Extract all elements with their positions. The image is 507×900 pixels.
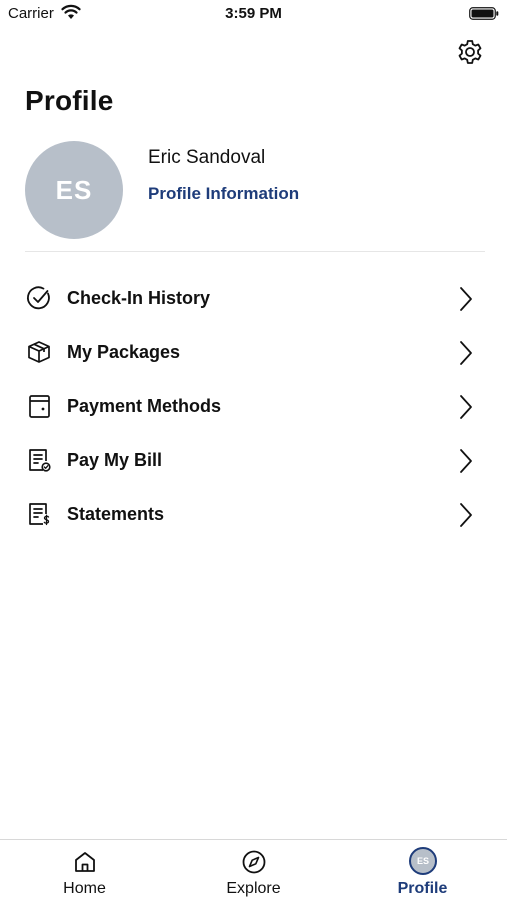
menu-item-statements[interactable]: Statements	[0, 488, 507, 542]
menu-item-pay-my-bill[interactable]: Pay My Bill	[0, 434, 507, 488]
menu-item-label: Statements	[67, 504, 165, 524]
tab-label: Explore	[226, 880, 281, 897]
menu-item-payment-methods[interactable]: Payment Methods	[0, 380, 507, 434]
tab-label: Profile	[397, 880, 448, 897]
menu-item-check-in-history[interactable]: Check-In History	[0, 272, 507, 326]
chevron-right-icon	[460, 341, 472, 365]
check-circle-icon	[27, 286, 50, 310]
tab-label: Home	[63, 880, 106, 897]
profile-information-link[interactable]: Profile Information	[148, 184, 299, 204]
compass-icon	[242, 850, 266, 874]
chevron-right-icon	[460, 287, 472, 311]
statement-dollar-icon	[29, 503, 50, 526]
user-name: Eric Sandoval	[148, 147, 266, 168]
bill-check-icon	[29, 449, 51, 472]
page-title: Profile	[25, 85, 114, 116]
divider	[25, 251, 485, 252]
avatar-initials: ES	[416, 856, 429, 866]
status-bar: Carrier 3:59 PM	[0, 0, 507, 28]
home-icon	[75, 852, 95, 872]
battery-icon	[469, 7, 499, 20]
chevron-right-icon	[460, 449, 472, 473]
profile-menu: Check-In History My Packages Payment Met	[0, 272, 507, 542]
chevron-right-icon	[460, 395, 472, 419]
wallet-icon	[29, 395, 50, 418]
tab-explore[interactable]: Explore	[169, 840, 338, 900]
package-icon	[28, 341, 50, 363]
avatar: ES	[409, 847, 437, 875]
menu-item-label: My Packages	[67, 342, 181, 362]
profile-screen: Carrier 3:59 PM Profile ES Eric Sandoval…	[0, 0, 507, 900]
status-time: 3:59 PM	[225, 5, 282, 22]
chevron-right-icon	[460, 503, 472, 527]
menu-item-label: Check-In History	[67, 288, 211, 308]
tab-home[interactable]: Home	[0, 840, 169, 900]
avatar-initials: ES	[55, 174, 93, 205]
tab-bar: Home Explore ES Profile	[0, 839, 507, 900]
menu-item-label: Pay My Bill	[67, 450, 163, 470]
menu-item-my-packages[interactable]: My Packages	[0, 326, 507, 380]
menu-item-label: Payment Methods	[67, 396, 222, 416]
avatar: ES	[25, 141, 123, 239]
tab-profile[interactable]: ES Profile	[338, 840, 507, 900]
gear-icon[interactable]	[456, 38, 484, 66]
